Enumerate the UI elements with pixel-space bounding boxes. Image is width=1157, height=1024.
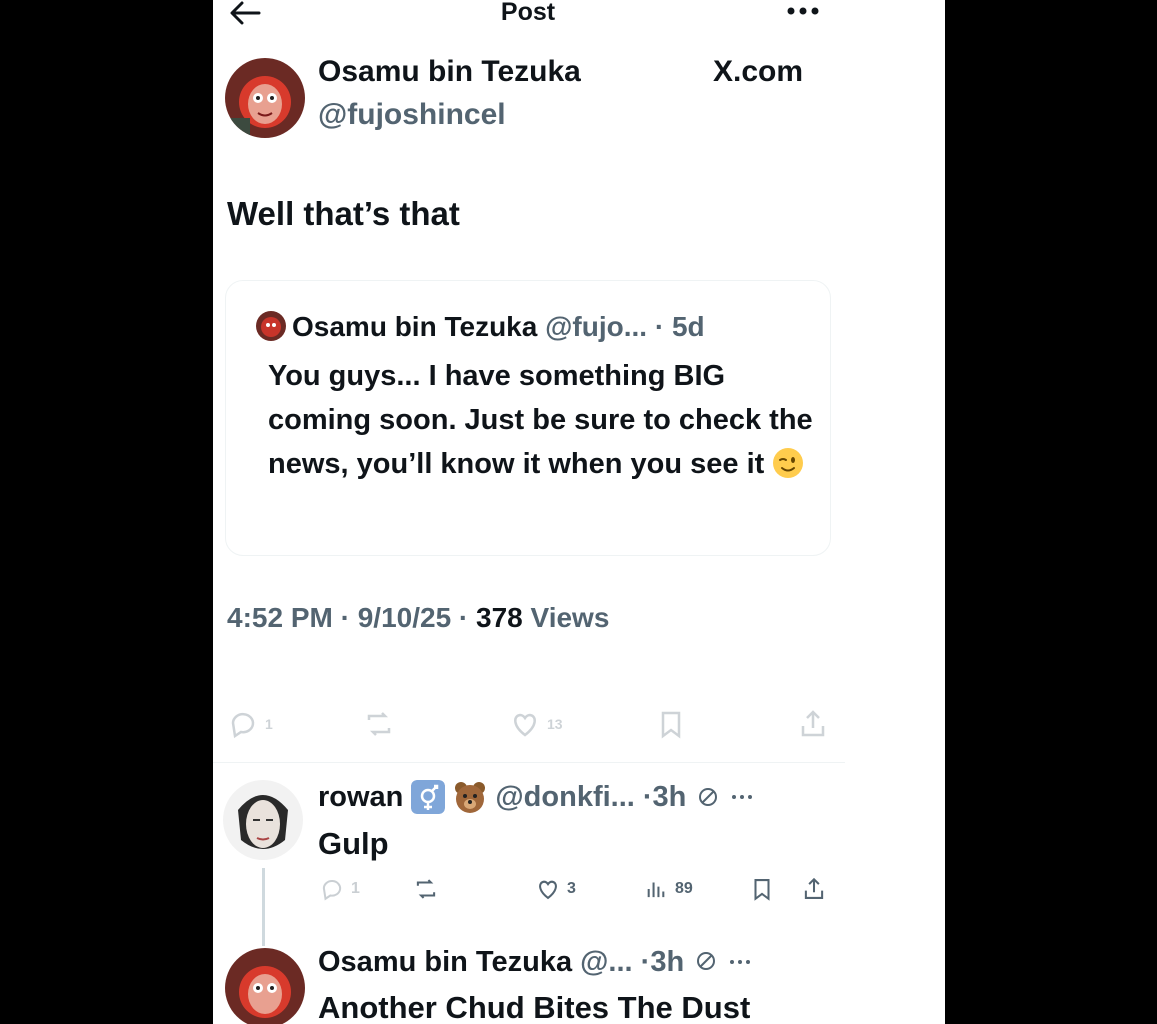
bookmark-button[interactable] <box>749 876 775 902</box>
top-bar: Post <box>213 0 945 30</box>
more-horizontal-icon[interactable] <box>728 957 752 967</box>
repost-icon <box>367 712 391 736</box>
views-button[interactable]: 89 <box>643 876 693 902</box>
bookmark-icon <box>754 879 770 901</box>
reply-count: 1 <box>351 880 360 897</box>
post-screen: Post Osamu bin Tezuka @fujoshincel X.com… <box>213 0 945 1024</box>
views-count: 89 <box>675 880 693 897</box>
more-horizontal-icon[interactable] <box>785 4 821 18</box>
author-handle[interactable]: @fujoshincel <box>318 98 506 132</box>
post-meta: 4:52 PM · 9/10/25 · 378 Views <box>227 602 609 634</box>
like-button[interactable]: 3 <box>535 876 576 902</box>
no-entry-icon <box>697 952 716 970</box>
quote-avatar <box>256 311 286 341</box>
trans-symbol-badge <box>411 780 446 814</box>
page-title: Post <box>500 0 556 26</box>
reply-handle[interactable]: @... <box>580 946 632 978</box>
post-action-bar: 1 13 <box>213 708 845 748</box>
like-count: 3 <box>567 880 576 897</box>
share-icon <box>804 877 824 899</box>
reply-text: Another Chud Bites The Dust <box>318 990 751 1024</box>
post-time: 4:52 PM <box>227 602 333 633</box>
reply-action-bar: 1 3 89 <box>213 876 845 912</box>
views-count: 378 <box>476 602 523 633</box>
heart-icon <box>539 880 557 900</box>
source-label: X.com <box>713 55 804 88</box>
quoted-post-card[interactable]: Osamu bin Tezuka @fujo... · 5d You guys.… <box>225 280 831 556</box>
quote-text: You guys... I have something BIG coming … <box>268 360 813 480</box>
reply-handle[interactable]: @donkfi... <box>495 781 634 814</box>
reply-age: ·3h <box>640 946 685 978</box>
reply-header: Osamu bin Tezuka @... ·3h <box>318 946 752 979</box>
reply-age: ·3h <box>642 780 687 813</box>
quote-text-block: You guys... I have something BIG coming … <box>268 354 828 486</box>
author-name[interactable]: Osamu bin Tezuka <box>318 55 581 89</box>
no-entry-icon <box>699 788 718 806</box>
quote-handle: @fujo... <box>545 311 648 342</box>
like-button[interactable]: 13 <box>509 708 563 740</box>
reply-author-name[interactable]: Osamu bin Tezuka <box>318 946 572 978</box>
more-horizontal-icon[interactable] <box>730 792 754 802</box>
reply-text: Gulp <box>318 826 389 861</box>
reply-button[interactable]: 1 <box>319 876 360 902</box>
meta-separator: · <box>451 602 477 633</box>
repost-button[interactable] <box>413 876 439 902</box>
views-bar-icon <box>647 882 665 898</box>
reply-avatar[interactable] <box>223 780 303 860</box>
post-text: Well that’s that <box>227 195 460 232</box>
meta-separator: · <box>332 602 358 633</box>
avatar[interactable] <box>225 58 305 138</box>
repost-icon <box>416 879 436 899</box>
reply-bubble-icon <box>322 880 342 901</box>
quote-header: Osamu bin Tezuka @fujo... · 5d <box>292 311 705 343</box>
share-button[interactable] <box>801 876 827 902</box>
divider <box>213 762 845 763</box>
reply-bubble-icon <box>231 712 255 739</box>
bookmark-icon <box>661 711 681 739</box>
bookmark-button[interactable] <box>655 708 687 740</box>
quote-author-name: Osamu bin Tezuka <box>292 311 538 342</box>
like-count: 13 <box>547 716 563 732</box>
post-date: 9/10/25 <box>357 602 452 633</box>
views-label: Views <box>530 602 610 633</box>
reply-header: rowan @donkfi... ·3h <box>318 780 754 814</box>
reply-button[interactable]: 1 <box>227 708 273 740</box>
reply-count: 1 <box>265 716 273 732</box>
bear-emoji <box>455 782 486 813</box>
quote-age: · 5d <box>654 311 705 342</box>
share-button[interactable] <box>797 708 829 740</box>
heart-icon <box>514 713 536 737</box>
share-icon <box>801 710 825 737</box>
reply-author-name[interactable]: rowan <box>318 781 403 814</box>
winking-face-emoji <box>773 448 804 478</box>
reply-avatar[interactable] <box>225 948 305 1024</box>
repost-button[interactable] <box>363 708 395 740</box>
